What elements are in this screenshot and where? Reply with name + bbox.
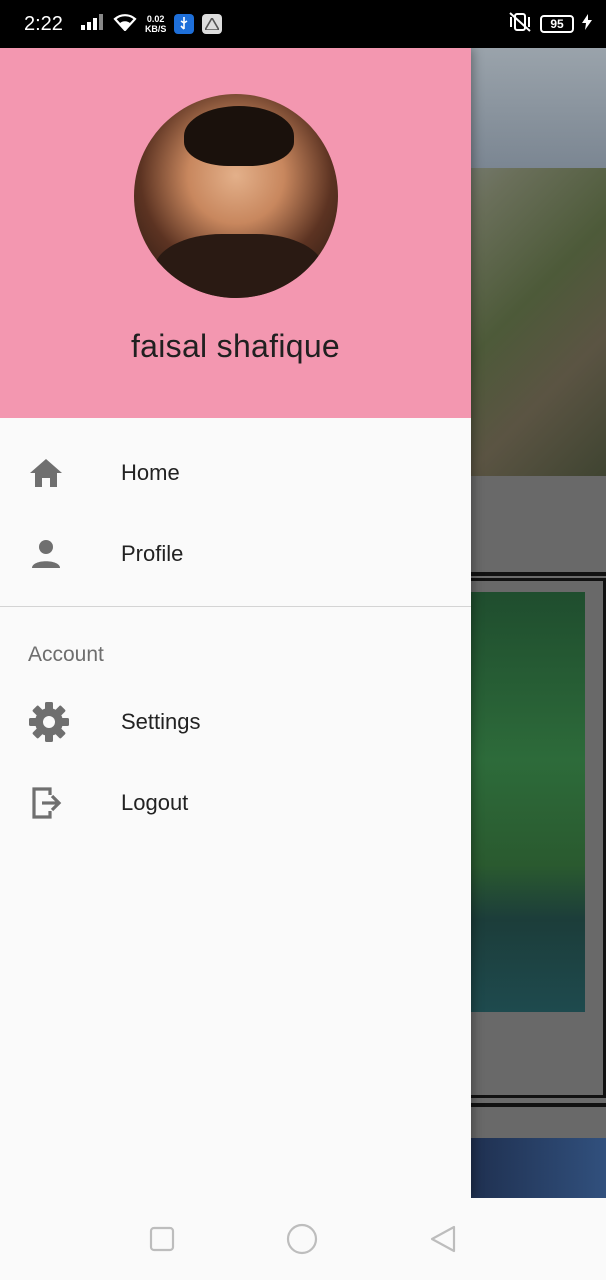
navigation-drawer: faisal shafique Home Profile Account Set… <box>0 48 471 1198</box>
back-button[interactable] <box>429 1224 457 1254</box>
person-icon <box>0 538 121 570</box>
drawer-item-logout[interactable]: Logout <box>0 762 471 843</box>
battery-indicator: 95 <box>540 15 574 33</box>
background-forest-image <box>470 592 585 1012</box>
vibrate-off-icon <box>508 11 532 38</box>
drawer-item-label: Logout <box>121 789 189 815</box>
drawer-item-label: Settings <box>121 708 201 734</box>
drawer-item-profile[interactable]: Profile <box>0 513 471 594</box>
background-image-3 <box>470 1138 606 1198</box>
drive-icon <box>202 14 223 34</box>
home-button[interactable] <box>285 1222 319 1256</box>
gear-icon <box>0 701 121 743</box>
background-mountain-image <box>470 48 606 476</box>
background-card-footer <box>470 476 606 572</box>
drawer-menu: Home Profile Account Settings Logout <box>0 418 471 843</box>
status-bar: 2:22 0.02 KB/S 95 <box>0 0 606 48</box>
drawer-item-home[interactable]: Home <box>0 432 471 513</box>
back-triangle-icon <box>430 1225 456 1253</box>
drawer-item-label: Home <box>121 459 180 485</box>
user-name: faisal shafique <box>130 328 341 364</box>
network-speed-unit: KB/S <box>144 24 167 34</box>
charging-icon <box>582 13 592 35</box>
avatar[interactable] <box>133 94 338 298</box>
network-speed: 0.02 KB/S <box>145 14 167 34</box>
signal-icon <box>80 13 105 35</box>
section-title-account: Account <box>28 643 104 666</box>
background-divider <box>470 572 606 576</box>
status-time: 2:22 <box>24 12 63 35</box>
circle-icon <box>286 1223 318 1255</box>
recents-button[interactable] <box>149 1226 175 1252</box>
logout-icon <box>0 785 121 821</box>
usb-icon <box>174 14 195 34</box>
drawer-item-label: Profile <box>121 540 184 566</box>
wifi-icon <box>113 13 137 36</box>
drawer-header: faisal shafique <box>0 48 471 418</box>
square-icon <box>149 1226 175 1252</box>
drawer-item-settings[interactable]: Settings <box>0 681 471 762</box>
home-icon <box>0 457 121 489</box>
system-nav-bar <box>0 1198 606 1280</box>
network-speed-value: 0.02 <box>146 14 165 24</box>
